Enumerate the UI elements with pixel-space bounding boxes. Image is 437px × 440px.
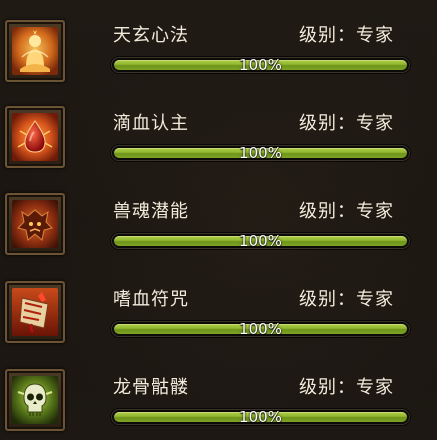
blood-talisman-icon xyxy=(12,288,58,336)
skill-progress-text: 100% xyxy=(239,145,282,161)
skill-name: 嗜血符咒 xyxy=(113,289,189,310)
skill-icon-frame[interactable] xyxy=(5,369,65,431)
skill-icon-frame[interactable] xyxy=(5,106,65,168)
skill-progress-text: 100% xyxy=(239,57,282,73)
skill-progress-text: 100% xyxy=(239,409,282,425)
skill-name: 天玄心法 xyxy=(113,25,189,46)
skill-progress-bar: 100% xyxy=(111,233,410,249)
skill-level-label: 级别：专家 xyxy=(299,377,394,398)
skill-icon-frame[interactable] xyxy=(5,20,65,82)
skill-icon-frame[interactable] xyxy=(5,193,65,255)
skill-row[interactable]: 滴血认主 级别：专家 100% xyxy=(0,88,437,176)
skill-name: 滴血认主 xyxy=(113,113,189,134)
dragon-skull-icon xyxy=(12,376,58,424)
skill-list-panel: 天玄心法 级别：专家 100% 滴血认主 级别：专家 100% 兽魂潜能 级别：… xyxy=(0,0,437,440)
meditating-monk-icon xyxy=(12,27,58,75)
skill-row[interactable]: 龙骨骷髅 级别：专家 100% xyxy=(0,352,437,440)
skill-level-label: 级别：专家 xyxy=(299,289,394,310)
skill-progress-bar: 100% xyxy=(111,321,410,337)
skill-row[interactable]: 兽魂潜能 级别：专家 100% xyxy=(0,176,437,264)
skill-progress-text: 100% xyxy=(239,321,282,337)
skill-level-label: 级别：专家 xyxy=(299,25,394,46)
skill-progress-text: 100% xyxy=(239,233,282,249)
skill-row[interactable]: 嗜血符咒 级别：专家 100% xyxy=(0,264,437,352)
blood-drop-icon xyxy=(12,113,58,161)
skill-level-label: 级别：专家 xyxy=(299,113,394,134)
beast-soul-icon xyxy=(12,200,58,248)
skill-icon-frame[interactable] xyxy=(5,281,65,343)
skill-level-label: 级别：专家 xyxy=(299,201,394,222)
skill-progress-bar: 100% xyxy=(111,57,410,73)
skill-row[interactable]: 天玄心法 级别：专家 100% xyxy=(0,0,437,88)
skill-progress-bar: 100% xyxy=(111,409,410,425)
skill-name: 兽魂潜能 xyxy=(113,201,189,222)
skill-name: 龙骨骷髅 xyxy=(113,377,189,398)
skill-progress-bar: 100% xyxy=(111,145,410,161)
